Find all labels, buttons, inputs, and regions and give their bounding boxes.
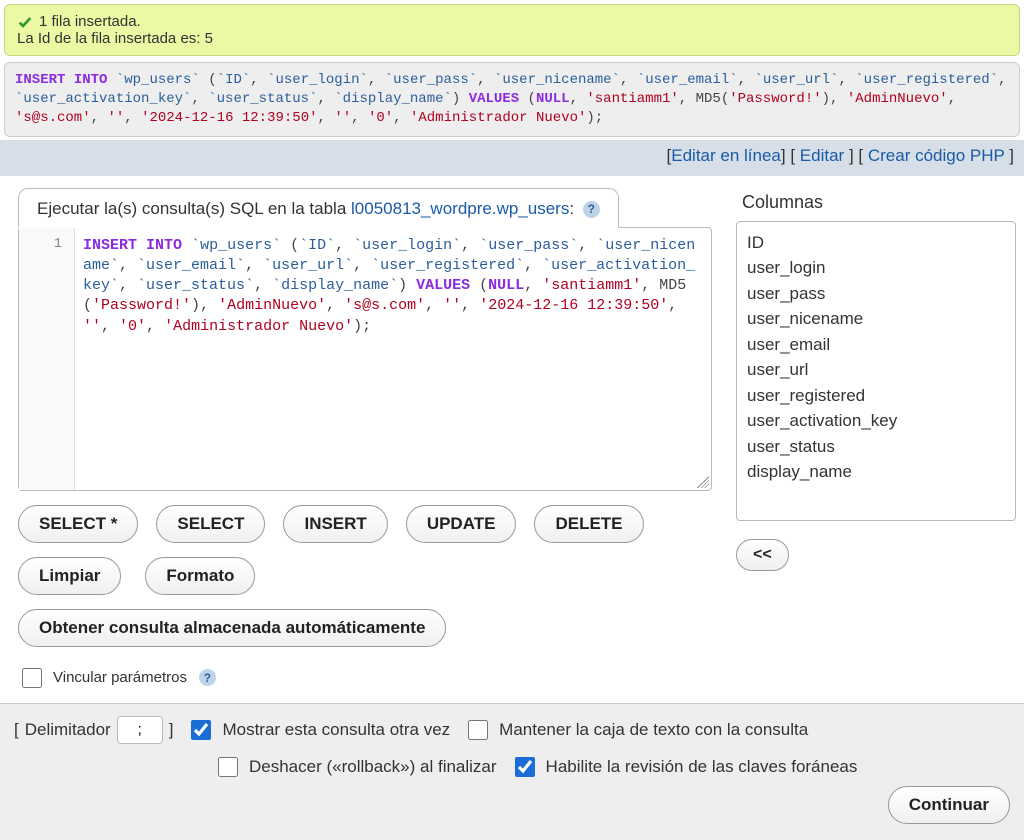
columns-list[interactable]: IDuser_loginuser_passuser_nicenameuser_e… <box>736 221 1016 521</box>
fk-check-label[interactable]: Habilite la revisión de las claves forán… <box>546 757 858 777</box>
rollback-label[interactable]: Deshacer («rollback») al finalizar <box>249 757 497 777</box>
retain-box-label[interactable]: Mantener la caja de texto con la consult… <box>499 720 808 740</box>
update-button[interactable]: UPDATE <box>406 505 517 543</box>
clear-button[interactable]: Limpiar <box>18 557 121 595</box>
bind-params-label[interactable]: Vincular parámetros <box>53 669 187 686</box>
format-button[interactable]: Formato <box>145 557 255 595</box>
help-icon[interactable]: ? <box>199 669 216 686</box>
column-item[interactable]: ID <box>747 230 1005 256</box>
column-item[interactable]: display_name <box>747 459 1005 485</box>
column-item[interactable]: user_status <box>747 434 1005 460</box>
continue-button[interactable]: Continuar <box>888 786 1010 824</box>
editor-code[interactable]: INSERT INTO `wp_users` (`ID`, `user_logi… <box>75 228 711 490</box>
select-star-button[interactable]: SELECT * <box>18 505 138 543</box>
delimiter-input[interactable] <box>117 716 163 744</box>
check-icon <box>17 14 33 30</box>
sql-action-links: [Editar en línea] [ Editar ] [ Crear cód… <box>0 140 1024 176</box>
edit-link[interactable]: Editar <box>800 146 844 165</box>
show-again-label[interactable]: Mostrar esta consulta otra vez <box>222 720 450 740</box>
columns-prev-button[interactable]: << <box>736 539 789 571</box>
fk-check-checkbox[interactable] <box>515 757 535 777</box>
delimiter-wrap: [ Delimitador ] <box>14 716 173 744</box>
column-item[interactable]: user_nicename <box>747 306 1005 332</box>
edit-inline-link[interactable]: Editar en línea <box>671 146 781 165</box>
column-item[interactable]: user_activation_key <box>747 408 1005 434</box>
column-item[interactable]: user_email <box>747 332 1005 358</box>
create-php-link[interactable]: Crear código PHP <box>868 146 1005 165</box>
show-again-checkbox[interactable] <box>191 720 211 740</box>
select-button[interactable]: SELECT <box>156 505 265 543</box>
query-box-db-table: l0050813_wordpre.wp_users <box>351 199 569 218</box>
columns-header: Columnas <box>736 188 1016 221</box>
editor-gutter: 1 <box>19 228 75 490</box>
resize-handle-icon[interactable] <box>697 476 709 488</box>
rollback-checkbox[interactable] <box>218 757 238 777</box>
delete-button[interactable]: DELETE <box>534 505 643 543</box>
query-box-label-prefix: Ejecutar la(s) consulta(s) SQL en la tab… <box>37 199 351 218</box>
query-box-header: Ejecutar la(s) consulta(s) SQL en la tab… <box>18 188 619 228</box>
sql-preview: INSERT INTO `wp_users` (`ID`, `user_logi… <box>4 62 1020 137</box>
column-item[interactable]: user_pass <box>747 281 1005 307</box>
retain-box-checkbox[interactable] <box>468 720 488 740</box>
column-item[interactable]: user_registered <box>747 383 1005 409</box>
help-icon[interactable]: ? <box>583 201 600 218</box>
footer-panel: [ Delimitador ] Mostrar esta consulta ot… <box>0 703 1024 840</box>
success-message: 1 fila insertada. La Id de la fila inser… <box>4 4 1020 56</box>
column-item[interactable]: user_login <box>747 255 1005 281</box>
sql-editor[interactable]: 1 INSERT INTO `wp_users` (`ID`, `user_lo… <box>18 227 712 491</box>
query-box-label-suffix: : <box>569 199 574 218</box>
success-text-2: La Id de la fila insertada es: 5 <box>17 30 1007 47</box>
column-item[interactable]: user_url <box>747 357 1005 383</box>
insert-button[interactable]: INSERT <box>283 505 387 543</box>
autosaved-query-button[interactable]: Obtener consulta almacenada automáticame… <box>18 609 446 647</box>
bind-params-checkbox[interactable] <box>22 668 42 688</box>
success-text-1: 1 fila insertada. <box>39 13 141 30</box>
delimiter-label: Delimitador <box>25 720 111 740</box>
